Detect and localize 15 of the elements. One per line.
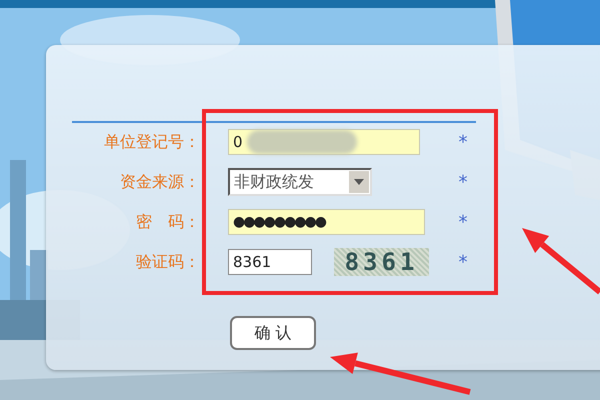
field-label: 单位登记号： (103, 132, 201, 152)
required-mark: * (458, 252, 468, 272)
required-mark: * (458, 212, 468, 232)
field-label: 密 码： (135, 212, 201, 232)
captcha-image: 8361 (334, 248, 429, 276)
caret-icon (349, 171, 369, 193)
field-label: 验证码： (135, 252, 201, 272)
confirm-button[interactable]: 确 认 (230, 316, 316, 350)
input-field[interactable]: 0 (228, 129, 420, 155)
field-label: 资金来源： (119, 172, 201, 192)
captcha-input-field[interactable]: 8361 (228, 249, 312, 275)
input-field[interactable]: ●●●●●●●●● (228, 209, 425, 235)
required-mark: * (458, 172, 468, 192)
source-dropdown[interactable]: 非财政统发 (228, 168, 372, 196)
required-mark: * (458, 132, 468, 152)
